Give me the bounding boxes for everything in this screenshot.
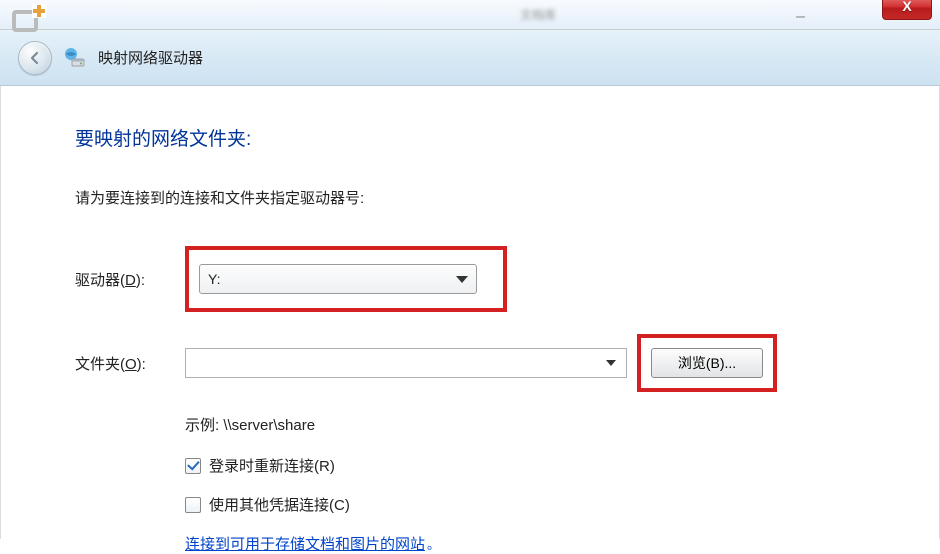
corner-add-icon (8, 2, 48, 38)
folder-row: 文件夹(O): 浏览(B)... (75, 334, 879, 392)
othercred-checkbox[interactable] (185, 497, 201, 513)
othercred-label: 使用其他凭据连接(C) (209, 494, 350, 515)
chevron-down-icon (606, 360, 616, 366)
drive-combobox[interactable]: Y: (199, 264, 477, 294)
othercred-row: 使用其他凭据连接(C) (185, 494, 879, 515)
folder-label: 文件夹(O): (75, 353, 185, 374)
folder-input[interactable] (196, 355, 606, 371)
page-heading: 要映射的网络文件夹: (75, 124, 879, 151)
close-icon: X (902, 0, 911, 14)
page-subheading: 请为要连接到的连接和文件夹指定驱动器号: (75, 187, 879, 208)
chevron-down-icon (456, 276, 468, 283)
storage-link-row: 连接到可用于存储文档和图片的网站。 (185, 533, 879, 554)
reconnect-checkbox[interactable] (185, 458, 201, 474)
nav-bar: 映射网络驱动器 (0, 30, 940, 86)
drive-highlight-box: Y: (185, 246, 507, 312)
window-titlebar: 文档库 – X (0, 0, 940, 30)
reconnect-row: 登录时重新连接(R) (185, 455, 879, 476)
back-button[interactable] (18, 41, 52, 75)
browse-button[interactable]: 浏览(B)... (651, 348, 763, 378)
folder-combobox[interactable] (185, 348, 627, 378)
reconnect-label: 登录时重新连接(R) (209, 455, 335, 476)
example-text: 示例: \\server\share (185, 414, 879, 435)
close-button[interactable]: X (882, 0, 932, 20)
nav-title: 映射网络驱动器 (98, 47, 203, 68)
options-block: 示例: \\server\share 登录时重新连接(R) 使用其他凭据连接(C… (185, 414, 879, 554)
minimize-hint: – (796, 8, 805, 26)
drive-row: 驱动器(D): Y: (75, 246, 879, 312)
network-drive-icon (64, 47, 86, 69)
browse-highlight-box: 浏览(B)... (637, 334, 777, 392)
drive-label: 驱动器(D): (75, 269, 185, 290)
titlebar-blur-text: 文档库 (520, 6, 630, 20)
back-arrow-icon (27, 50, 43, 66)
drive-value: Y: (208, 271, 456, 287)
content-panel: 要映射的网络文件夹: 请为要连接到的连接和文件夹指定驱动器号: 驱动器(D): … (0, 86, 940, 539)
